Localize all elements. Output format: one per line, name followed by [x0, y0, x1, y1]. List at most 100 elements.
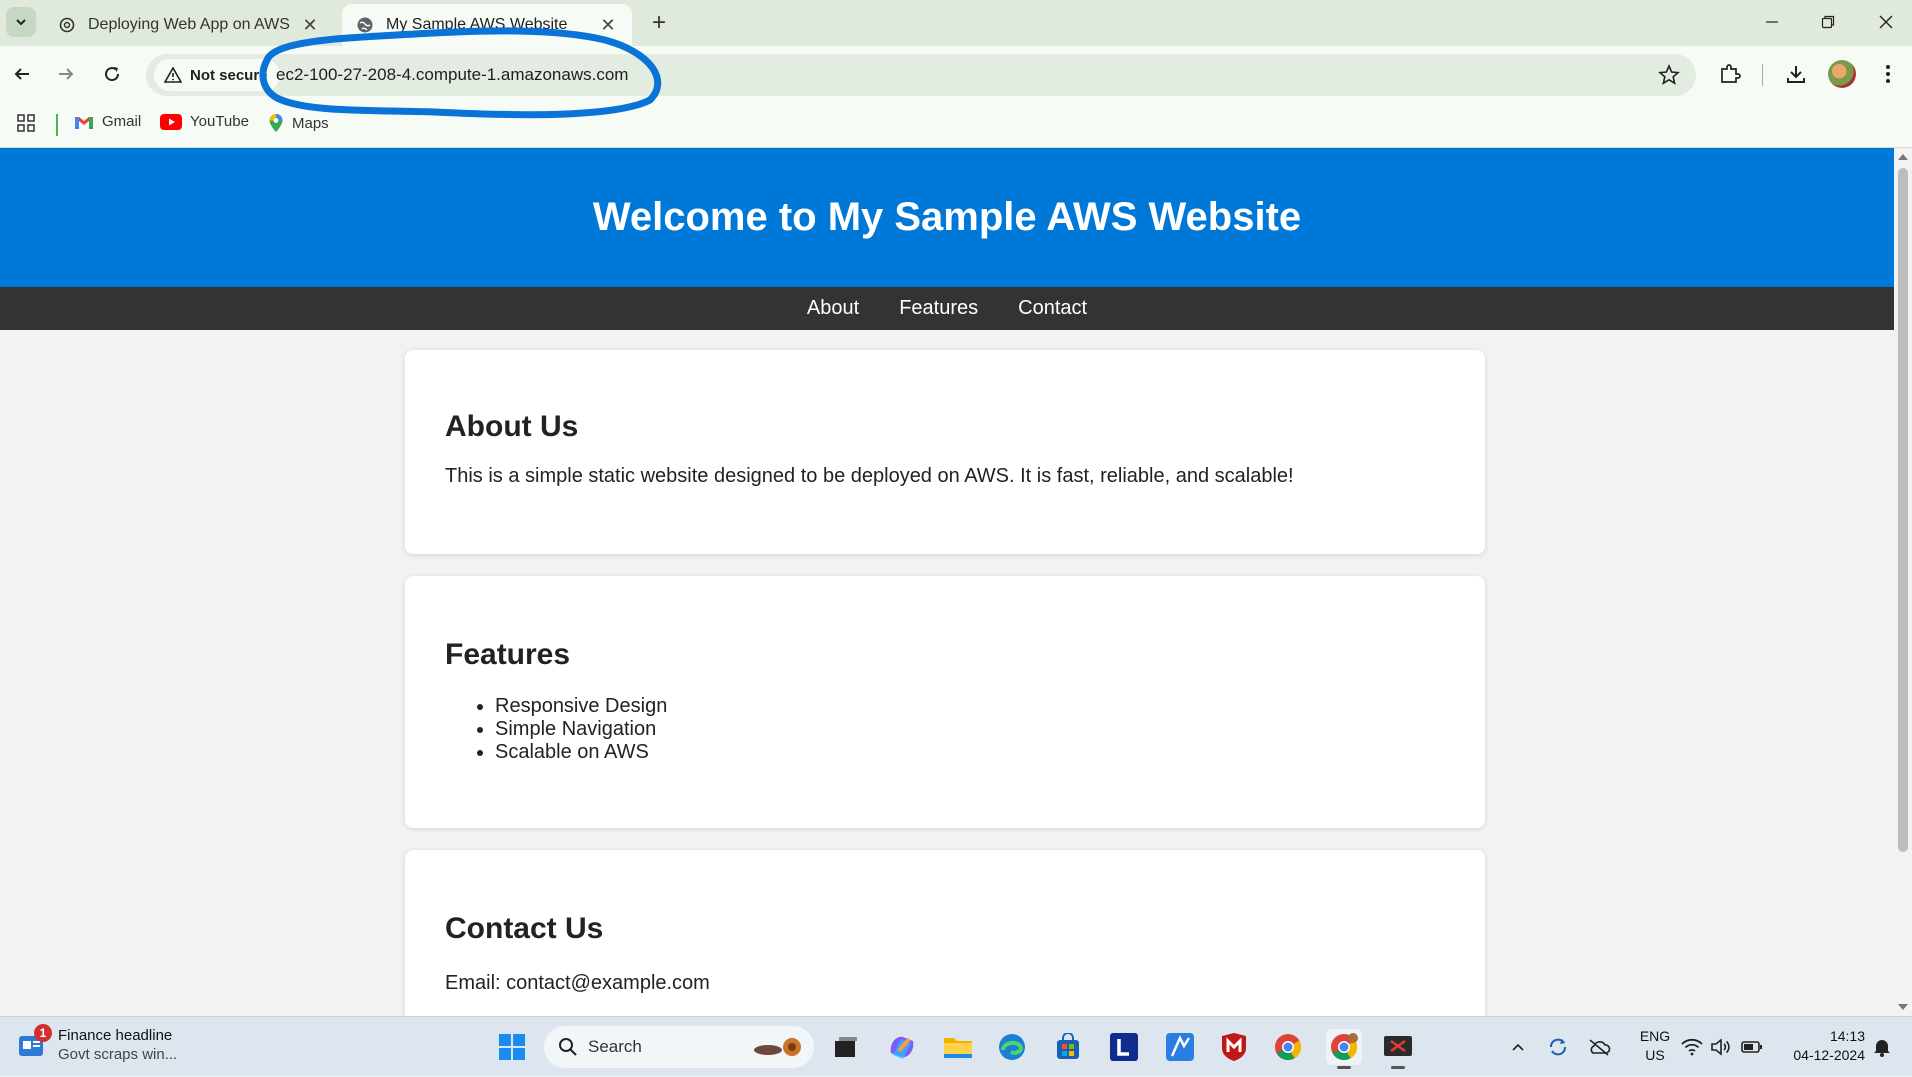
file-explorer-app[interactable]	[940, 1029, 976, 1065]
reload-icon	[105, 67, 120, 82]
task-view-icon	[835, 1037, 857, 1057]
scrollbar-thumb[interactable]	[1898, 168, 1908, 852]
bookmark-youtube[interactable]: YouTube	[160, 113, 249, 130]
bookmarks-divider	[56, 114, 58, 136]
close-icon	[1879, 15, 1893, 29]
bookmark-gmail[interactable]: Gmail	[74, 113, 141, 130]
contact-heading: Contact Us	[445, 912, 604, 945]
copilot-app[interactable]	[884, 1029, 920, 1065]
tab-search-button[interactable]	[6, 7, 36, 37]
language-indicator[interactable]: ENG US	[1630, 1027, 1680, 1065]
sync-icon	[1550, 1038, 1566, 1056]
site-header: Welcome to My Sample AWS Website	[0, 148, 1894, 287]
edge-icon	[999, 1034, 1025, 1060]
taskbar-search[interactable]: Search	[544, 1026, 814, 1068]
show-hidden-icons[interactable]	[1506, 1017, 1530, 1077]
scroll-down-arrow[interactable]	[1898, 1004, 1908, 1010]
url-highlight-annotation	[259, 27, 662, 119]
bell-icon	[1874, 1040, 1890, 1057]
reload-button[interactable]	[98, 60, 126, 88]
youtube-icon	[160, 113, 182, 130]
system-clock[interactable]: 14:13 04-12-2024	[1775, 1027, 1865, 1065]
profile-avatar[interactable]	[1828, 60, 1856, 88]
region-code: US	[1645, 1047, 1665, 1063]
windows-icon	[499, 1034, 525, 1060]
chrome-icon	[1275, 1034, 1302, 1061]
wifi-tray-icon[interactable]	[1678, 1017, 1706, 1077]
clock-time: 14:13	[1829, 1028, 1865, 1044]
puzzle-icon	[1721, 64, 1741, 83]
notifications-button[interactable]	[1868, 1017, 1896, 1077]
close-window-button[interactable]	[1866, 8, 1906, 36]
chrome-profile-icon	[1331, 1033, 1358, 1061]
nav-link-features[interactable]: Features	[899, 297, 978, 320]
edge-app[interactable]	[994, 1029, 1030, 1065]
chrome-app[interactable]	[1270, 1029, 1306, 1065]
l-app[interactable]	[1106, 1029, 1142, 1065]
writing-app[interactable]	[1162, 1029, 1198, 1065]
openai-icon	[58, 16, 76, 34]
warning-icon	[164, 67, 182, 83]
browser-menu-button[interactable]	[1874, 60, 1902, 88]
volume-tray-icon[interactable]	[1708, 1017, 1734, 1077]
apps-button[interactable]	[16, 113, 36, 133]
search-highlight-icon	[752, 1034, 804, 1065]
more-vert-icon	[1886, 65, 1890, 83]
bookmark-star-icon[interactable]	[1658, 63, 1680, 91]
active-indicator	[1391, 1066, 1405, 1069]
battery-tray-icon[interactable]	[1738, 1017, 1766, 1077]
mcafee-shield-icon	[1222, 1033, 1246, 1061]
news-widget[interactable]: 1 Finance headline Govt scraps win...	[18, 1024, 178, 1063]
about-heading: About Us	[445, 410, 579, 443]
apps-grid-icon	[17, 114, 35, 132]
arrow-left-icon	[14, 68, 29, 80]
letter-l-icon	[1110, 1033, 1138, 1061]
bookmark-label: YouTube	[190, 113, 249, 130]
windows-taskbar: 1 Finance headline Govt scraps win... Se…	[0, 1016, 1912, 1076]
speaker-icon	[1711, 1038, 1730, 1056]
wifi-icon	[1681, 1038, 1703, 1056]
list-item: Responsive Design	[495, 695, 667, 718]
news-title: Finance headline	[58, 1027, 173, 1044]
search-icon	[558, 1037, 578, 1057]
about-text: This is a simple static website designed…	[445, 465, 1294, 487]
cloud-offline-icon	[1589, 1039, 1611, 1056]
language-code: ENG	[1639, 1028, 1671, 1044]
about-section: About Us This is a simple static website…	[405, 350, 1485, 554]
mcafee-app[interactable]	[1216, 1029, 1252, 1065]
forward-button[interactable]	[52, 60, 80, 88]
page-viewport: Welcome to My Sample AWS Website About F…	[0, 148, 1894, 1016]
news-subtitle: Govt scraps win...	[58, 1046, 178, 1063]
task-view-button[interactable]	[828, 1029, 864, 1065]
scroll-up-arrow[interactable]	[1898, 154, 1908, 160]
sync-tray-icon[interactable]	[1544, 1017, 1572, 1077]
snip-icon	[1384, 1036, 1412, 1056]
download-icon	[1787, 66, 1805, 83]
nav-link-about[interactable]: About	[807, 297, 859, 320]
toolbar-divider	[1762, 64, 1763, 86]
chrome-app-active[interactable]	[1326, 1029, 1362, 1069]
search-placeholder: Search	[588, 1037, 642, 1056]
folder-icon	[944, 1038, 972, 1058]
battery-icon	[1741, 1041, 1762, 1053]
page-scrollbar[interactable]	[1894, 148, 1912, 1016]
snipping-tool-app[interactable]	[1380, 1029, 1416, 1069]
copilot-icon	[890, 1036, 914, 1059]
gmail-icon	[74, 114, 94, 130]
start-button[interactable]	[494, 1029, 530, 1065]
extensions-button[interactable]	[1716, 60, 1744, 88]
restore-button[interactable]	[1808, 8, 1848, 36]
minimize-button[interactable]	[1752, 8, 1792, 36]
browser-chrome: Deploying Web App on AWS ✕ My Sample AWS…	[0, 0, 1912, 148]
news-badge: 1	[34, 1024, 52, 1042]
onedrive-tray-icon[interactable]	[1584, 1017, 1614, 1077]
downloads-button[interactable]	[1782, 60, 1810, 88]
nav-link-contact[interactable]: Contact	[1018, 297, 1087, 320]
features-list: Responsive Design Simple Navigation Scal…	[445, 695, 667, 764]
back-button[interactable]	[8, 60, 36, 88]
store-app[interactable]	[1050, 1029, 1086, 1065]
chevron-down-icon	[16, 19, 26, 26]
restore-icon	[1821, 15, 1835, 29]
chevron-up-icon	[1512, 1043, 1524, 1051]
arrow-right-icon	[59, 68, 74, 80]
